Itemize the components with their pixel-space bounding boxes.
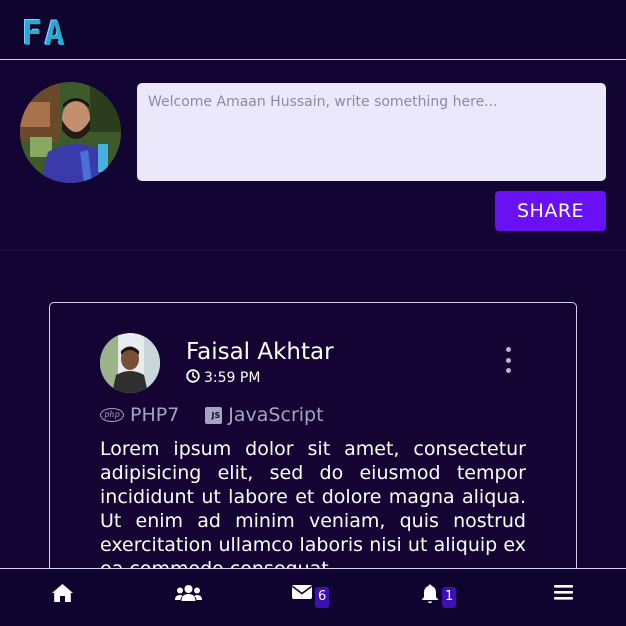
php-icon: php	[100, 408, 124, 422]
tag-label: JavaScript	[228, 404, 324, 426]
post-composer: SHARE	[0, 61, 626, 251]
tag-label: PHP7	[130, 404, 180, 426]
home-icon	[51, 583, 74, 607]
hamburger-menu-icon	[554, 583, 573, 605]
author-name[interactable]: Faisal Akhtar	[186, 339, 334, 365]
post-tags: php PHP7 JS JavaScript	[100, 404, 324, 426]
post-body: Lorem ipsum dolor sit amet, consectetur …	[100, 438, 526, 580]
site-logo[interactable]: FA	[22, 14, 67, 54]
post-time-text: 3:59 PM	[204, 370, 261, 386]
post-input[interactable]	[137, 83, 606, 181]
messages-count-badge: 6	[315, 587, 330, 608]
tag-php[interactable]: php PHP7	[100, 404, 179, 426]
envelope-icon	[291, 583, 313, 605]
nav-friends[interactable]	[175, 583, 202, 611]
share-button[interactable]: SHARE	[495, 191, 606, 231]
tag-javascript[interactable]: JS JavaScript	[205, 404, 324, 426]
post-timestamp: 3:59 PM	[186, 369, 260, 387]
author-avatar[interactable]	[100, 333, 160, 393]
current-user-avatar[interactable]	[20, 82, 121, 183]
bell-icon	[420, 583, 440, 609]
nav-messages[interactable]: 6	[291, 583, 330, 611]
users-icon	[175, 583, 202, 607]
clock-icon	[186, 369, 200, 387]
nav-notifications[interactable]: 1	[420, 583, 457, 611]
javascript-icon: JS	[205, 406, 223, 424]
nav-home[interactable]	[51, 583, 74, 611]
more-options-icon[interactable]	[501, 347, 515, 373]
nav-menu[interactable]	[554, 583, 573, 611]
app-page: FA SHARE	[0, 0, 626, 626]
bottom-nav: 6 1	[0, 568, 626, 626]
notifications-count-badge: 1	[442, 587, 457, 608]
top-bar: FA	[0, 0, 626, 60]
